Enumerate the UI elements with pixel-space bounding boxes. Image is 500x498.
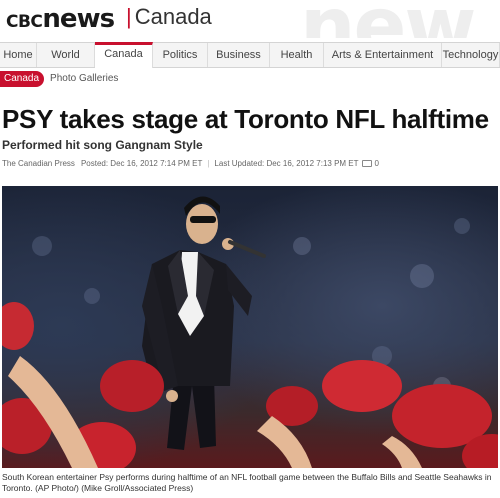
cbc-news-logo[interactable]: CBC news (6, 4, 115, 34)
byline-updated: Last Updated: Dec 16, 2012 7:13 PM ET (214, 159, 359, 168)
section-title-text: Canada (134, 4, 212, 29)
performer-figure (142, 196, 266, 450)
comment-icon[interactable] (361, 160, 372, 167)
nav-tab-home[interactable]: Home (0, 43, 37, 67)
nav-tab-health[interactable]: Health (270, 43, 324, 67)
byline: The Canadian Press Posted: Dec 16, 2012 … (2, 159, 379, 168)
article-headline: PSY takes stage at Toronto NFL halftime (2, 104, 489, 134)
article-subhead: Performed hit song Gangnam Style (2, 138, 203, 152)
section-title: | Canada (126, 4, 212, 30)
nav-tab-arts-entertainment[interactable]: Arts & Entertainment (324, 43, 442, 67)
nav-tab-world[interactable]: World (37, 43, 95, 67)
sub-nav: Canada Photo Galleries (0, 70, 118, 87)
comment-count[interactable]: 0 (375, 159, 379, 168)
logo-cbc-text: CBC (6, 12, 43, 32)
crowd-bokeh (32, 218, 470, 395)
main-nav: Home World Canada Politics Business Health Art… (0, 42, 500, 68)
section-divider: | (126, 4, 132, 29)
nav-tab-canada[interactable]: Canada (95, 42, 153, 68)
byline-separator: | (207, 159, 210, 168)
nav-tab-business[interactable]: Business (208, 43, 270, 67)
article-photo[interactable] (2, 186, 498, 468)
nav-tab-politics[interactable]: Politics (153, 43, 208, 67)
masthead-background-word: new (300, 0, 476, 38)
byline-source: The Canadian Press (2, 159, 75, 168)
masthead: new CBC news |Canada (0, 0, 500, 38)
logo-news-text: news (42, 4, 115, 34)
byline-posted: Posted: Dec 16, 2012 7:14 PM ET (80, 159, 203, 168)
photo-galleries-link[interactable]: Photo Galleries (50, 73, 118, 84)
nav-tab-technology[interactable]: Technology (442, 43, 500, 67)
photo-illustration (2, 196, 498, 468)
section-pill[interactable]: Canada (0, 70, 45, 87)
photo-caption: South Korean entertainer Psy performs du… (2, 472, 492, 493)
